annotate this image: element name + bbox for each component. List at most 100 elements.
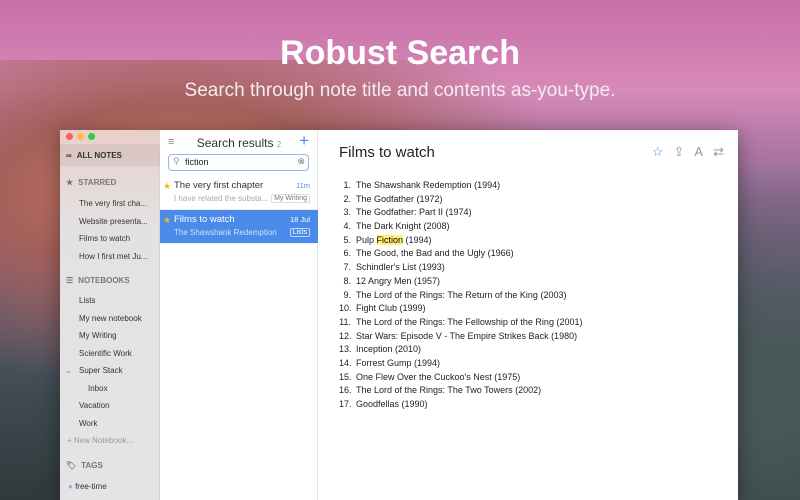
sidebar-item-starred[interactable]: The very first cha...: [79, 199, 159, 208]
sidebar-item-notebook[interactable]: Vacation: [79, 401, 159, 410]
sidebar-item-starred[interactable]: Films to watch: [79, 234, 159, 243]
sidebar-item-starred[interactable]: How I first met Ju...: [79, 252, 159, 261]
sidebar-item-notebook[interactable]: My Writing: [79, 331, 159, 340]
note-list-item[interactable]: ★ Films to watch The Shawshank Redemption …: [160, 210, 318, 244]
minimize-button[interactable]: [77, 133, 84, 140]
sidebar-item-notebook[interactable]: Scientific Work: [79, 349, 159, 358]
film-list-item: 5. Pulp Fiction (1994): [339, 234, 582, 249]
item-number: 7.: [343, 262, 351, 273]
film-list-item: 6. The Good, the Bad and the Ugly (1966): [339, 248, 582, 262]
share-icon[interactable]: ⇪: [674, 144, 685, 160]
sidebar-item-notebook[interactable]: Work: [79, 419, 159, 428]
window-controls: [66, 133, 95, 140]
tag-label: free-time: [75, 482, 107, 491]
clear-search-icon[interactable]: ⊗: [297, 156, 305, 167]
film-list-item: 8. 12 Angry Men (1957): [339, 276, 582, 290]
film-list: 1. The Shawshank Redemption (1994) 2. The G…: [339, 180, 582, 413]
star-icon: ★: [163, 215, 172, 225]
film-list-item: 9. The Lord of the Rings: The Return of t…: [339, 290, 582, 304]
item-number: 8.: [343, 275, 351, 286]
star-icon: ★: [163, 181, 172, 191]
search-value: fiction: [185, 157, 209, 167]
item-text: 12 Angry Men (1957): [356, 275, 441, 286]
item-number: 5.: [343, 234, 351, 245]
sidebar: ∞ ALL NOTES ★ STARRED The very first cha..…: [60, 130, 160, 500]
film-list-item: 3. The Godfather: Part II (1974): [339, 207, 582, 221]
note-title[interactable]: Films to watch: [339, 144, 435, 161]
film-list-item: 16. The Lord of the Rings: The Two Towers…: [339, 385, 582, 399]
infinity-icon: ∞: [66, 151, 72, 160]
item-text: Star Wars: Episode V - The Empire Strike…: [356, 330, 578, 341]
note-list: ≡ Search results 2 + ⚲ fiction ⊗ ★ The ve…: [160, 130, 318, 500]
new-notebook-label: New Notebook...: [73, 436, 134, 445]
note-item-notebook: My Writing: [271, 194, 310, 203]
film-list-item: 14. Forrest Gump (1994): [339, 358, 582, 372]
note-item-preview: I have related the substa...: [174, 194, 269, 203]
app-window: ∞ ALL NOTES ★ STARRED The very first cha..…: [60, 130, 738, 500]
star-icon[interactable]: ☆: [652, 144, 664, 160]
film-list-item: 13. Inception (2010): [339, 344, 582, 358]
item-number: 9.: [343, 289, 351, 300]
item-text: The Shawshank Redemption (1994): [356, 180, 501, 190]
search-input[interactable]: ⚲ fiction ⊗: [168, 154, 309, 171]
notebooks-header: NOTEBOOKS: [78, 276, 130, 285]
film-list-item: 4. The Dark Knight (2008): [339, 221, 582, 235]
item-text: The Godfather: Part II (1974): [356, 207, 472, 218]
item-text: Forrest Gump (1994): [356, 357, 441, 368]
item-number: 3.: [343, 207, 351, 218]
hero-title: Robust Search: [280, 34, 520, 72]
sidebar-item-starred[interactable]: Website presenta...: [79, 217, 159, 226]
starred-header: STARRED: [78, 178, 117, 187]
item-number: 14.: [339, 357, 352, 368]
tag-item[interactable]: ● free-time: [68, 482, 148, 491]
search-icon: ⚲: [173, 156, 180, 166]
item-text: The Lord of the Rings: The Two Towers (2…: [356, 385, 542, 396]
item-text: Pulp Fiction (1994): [356, 234, 432, 245]
note-item-notebook: Lists: [289, 228, 310, 237]
notebooks-icon: ☰: [66, 276, 74, 285]
item-number: 13.: [339, 344, 352, 355]
film-list-item: 17. Goodfellas (1990): [339, 399, 582, 413]
close-button[interactable]: [66, 133, 73, 140]
tag-dot-icon: ●: [68, 482, 73, 491]
sidebar-item-notebook[interactable]: My new notebook: [79, 314, 159, 323]
star-icon: ★: [66, 178, 74, 187]
item-text: The Good, the Bad and the Ugly (1966): [356, 248, 514, 259]
film-list-item: 7. Schindler's List (1993): [339, 262, 582, 276]
sidebar-item-notebook[interactable]: Lists: [79, 296, 159, 305]
item-number: 11.: [339, 316, 351, 327]
item-text: One Flew Over the Cuckoo's Nest (1975): [356, 371, 521, 382]
film-list-item: 10. Fight Club (1999): [339, 303, 582, 317]
sidebar-item-notebook[interactable]: Super Stack: [79, 366, 159, 375]
item-text: Fight Club (1999): [356, 303, 426, 314]
film-list-item: 11. The Lord of the Rings: The Fellowship…: [339, 317, 582, 331]
sidebar-item-notebook[interactable]: Inbox: [88, 384, 168, 393]
item-text: The Lord of the Rings: The Return of the…: [356, 289, 567, 300]
note-list-item[interactable]: ★ The very first chapter I have related th…: [160, 176, 318, 210]
new-notebook-button[interactable]: + New Notebook...: [67, 436, 147, 445]
item-number: 4.: [343, 221, 351, 232]
film-list-item: 12. Star Wars: Episode V - The Empire Str…: [339, 331, 582, 345]
sync-icon[interactable]: ⇄: [713, 144, 724, 160]
item-text: The Lord of the Rings: The Fellowship of…: [356, 316, 583, 327]
zoom-button[interactable]: [88, 133, 95, 140]
item-number: 2.: [343, 193, 351, 204]
film-list-item: 2. The Godfather (1972): [339, 194, 582, 208]
tags-header: TAGS: [81, 461, 103, 470]
item-text: Schindler's List (1993): [356, 262, 445, 273]
font-icon[interactable]: A: [694, 144, 703, 160]
add-note-button[interactable]: +: [299, 131, 309, 151]
item-text: The Godfather (1972): [356, 193, 443, 204]
item-number: 1.: [343, 180, 351, 190]
note-item-time: 11m: [295, 181, 310, 190]
list-title: Search results: [196, 136, 274, 150]
all-notes-label: ALL NOTES: [76, 151, 122, 160]
result-count: 2: [276, 140, 282, 149]
item-text: Goodfellas (1990): [356, 399, 428, 409]
item-number: 16.: [339, 385, 352, 396]
item-number: 17.: [339, 399, 352, 409]
item-number: 6.: [343, 248, 351, 259]
note-item-title: The very first chapter: [174, 180, 264, 191]
editor: Films to watch ☆ ⇪ A ⇄ 1. The Shawshank R…: [318, 130, 738, 500]
chevron-down-icon[interactable]: ⌄: [65, 366, 72, 375]
